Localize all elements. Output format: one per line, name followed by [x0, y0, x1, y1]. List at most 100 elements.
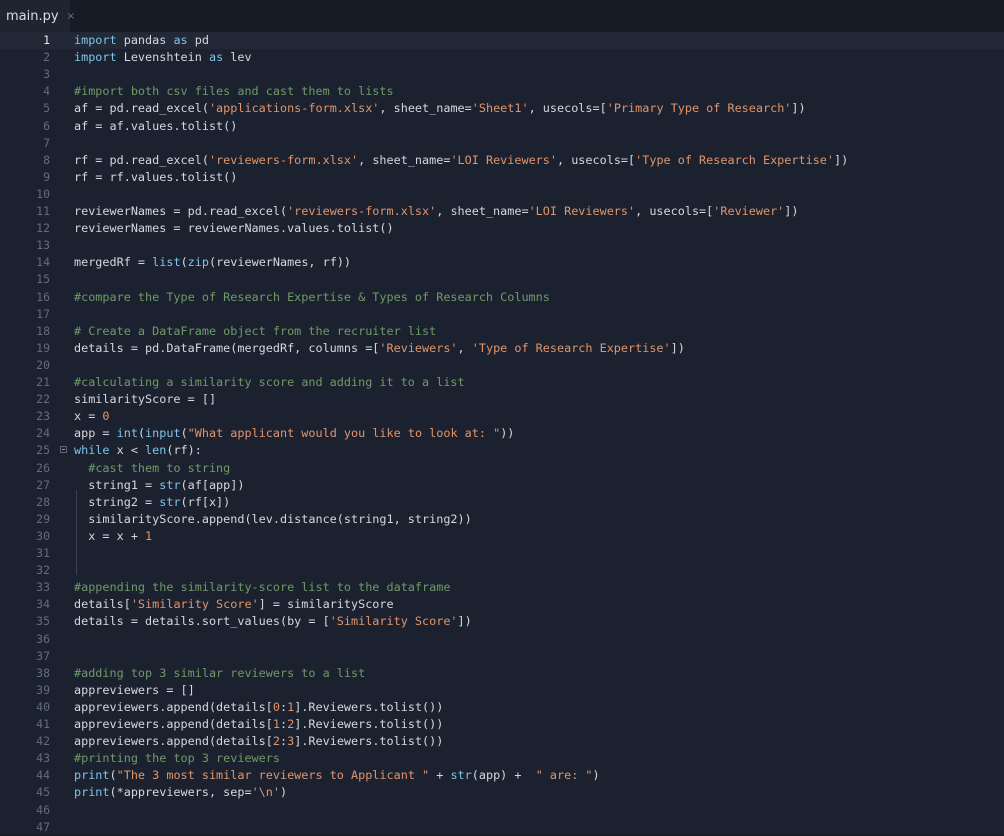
code-line[interactable]: 35 details = details.sort_values(by = ['S… [0, 613, 1004, 630]
line-number: 44 [36, 768, 50, 783]
line-number: 10 [36, 186, 50, 201]
code-text: # Create a DataFrame object from the rec… [74, 323, 437, 338]
code-line[interactable]: 40 appreviewers.append(details[0:1].Revie… [0, 699, 1004, 716]
line-number: 23 [36, 409, 50, 424]
code-line[interactable]: 10 [0, 186, 1004, 203]
code-line[interactable]: 43 #printing the top 3 reviewers [0, 750, 1004, 767]
line-number: 27 [36, 477, 50, 492]
code-line[interactable]: 31 [0, 545, 1004, 562]
code-text: reviewerNames = pd.read_excel('reviewers… [74, 204, 799, 218]
code-line[interactable]: 19 details = pd.DataFrame(mergedRf, colum… [0, 340, 1004, 357]
code-line[interactable]: 34 details['Similarity Score'] = similari… [0, 596, 1004, 613]
code-line[interactable]: 30 x = x + 1 [0, 528, 1004, 545]
code-editor[interactable]: 1 import pandas as pd 2 import Levenshtein … [0, 32, 1004, 834]
close-icon[interactable]: × [67, 11, 75, 22]
code-line[interactable]: 26 #cast them to string [0, 460, 1004, 477]
code-text: #adding top 3 similar reviewers to a lis… [74, 665, 366, 680]
code-line[interactable]: 24 app = int(input("What applicant would … [0, 425, 1004, 442]
code-line[interactable]: 6 af = af.values.tolist() [0, 118, 1004, 135]
code-line[interactable]: 13 [0, 237, 1004, 254]
code-line[interactable]: 37 [0, 648, 1004, 665]
code-line[interactable]: 20 [0, 357, 1004, 374]
code-line[interactable]: 7 [0, 135, 1004, 152]
code-line[interactable]: 38 #adding top 3 similar reviewers to a l… [0, 665, 1004, 682]
code-text: print(*appreviewers, sep='\n') [74, 785, 288, 800]
code-line[interactable]: 45 print(*appreviewers, sep='\n') [0, 784, 1004, 801]
code-line[interactable]: 3 [0, 66, 1004, 83]
code-line[interactable]: 18 # Create a DataFrame object from the r… [0, 323, 1004, 340]
code-text: import pandas as pd [74, 33, 209, 47]
code-line[interactable]: 29 similarityScore.append(lev.distance(s… [0, 511, 1004, 528]
code-text: app = int(input("What applicant would yo… [74, 426, 515, 441]
code-text: details = pd.DataFrame(mergedRf, columns… [74, 340, 685, 355]
code-line[interactable]: 14 mergedRf = list(zip(reviewerNames, rf)… [0, 254, 1004, 271]
code-line[interactable]: 39 appreviewers = [] [0, 682, 1004, 699]
code-line[interactable]: 42 appreviewers.append(details[2:3].Revie… [0, 733, 1004, 750]
line-number: 21 [36, 375, 50, 389]
line-number: 4 [43, 84, 50, 99]
code-line[interactable]: 25 while x < len(rf): [0, 442, 1004, 459]
line-number: 33 [36, 580, 50, 595]
line-number: 30 [36, 528, 50, 543]
code-text: x = 0 [74, 409, 110, 424]
code-line[interactable]: 22 similarityScore = [] [0, 391, 1004, 408]
line-number: 46 [36, 802, 50, 817]
line-number: 31 [36, 546, 50, 560]
line-number: 9 [43, 169, 50, 184]
code-line[interactable]: 44 print("The 3 most similar reviewers to… [0, 767, 1004, 784]
code-line[interactable]: 32 [0, 562, 1004, 579]
code-line[interactable]: 5 af = pd.read_excel('applications-form.x… [0, 100, 1004, 117]
line-number: 5 [43, 101, 50, 116]
code-line[interactable]: 33 #appending the similarity-score list t… [0, 579, 1004, 596]
code-line[interactable]: 46 [0, 802, 1004, 819]
code-text: rf = rf.values.tolist() [74, 169, 238, 184]
code-text: details = details.sort_values(by = ['Sim… [74, 614, 472, 629]
line-number: 26 [36, 460, 50, 475]
code-line[interactable]: 41 appreviewers.append(details[1:2].Revie… [0, 716, 1004, 733]
code-text: appreviewers = [] [74, 682, 195, 697]
code-text: #calculating a similarity score and addi… [74, 375, 465, 389]
line-number: 16 [36, 289, 50, 304]
code-line[interactable]: 12 reviewerNames = reviewerNames.values.t… [0, 220, 1004, 237]
code-text: appreviewers.append(details[0:1].Reviewe… [74, 699, 444, 714]
line-number: 43 [36, 751, 50, 766]
code-line[interactable]: 36 [0, 631, 1004, 648]
line-number: 24 [36, 426, 50, 441]
line-number: 29 [36, 511, 50, 526]
code-line[interactable]: 27 string1 = str(af[app]) [0, 477, 1004, 494]
line-number: 11 [36, 204, 50, 218]
code-text: string2 = str(rf[x]) [74, 494, 231, 509]
code-text: #compare the Type of Research Expertise … [74, 289, 550, 304]
tab-main-py[interactable]: main.py × [0, 0, 75, 32]
code-text: similarityScore.append(lev.distance(stri… [74, 511, 472, 526]
code-line[interactable]: 17 [0, 306, 1004, 323]
line-number: 19 [36, 340, 50, 355]
code-line[interactable]: 8 rf = pd.read_excel('reviewers-form.xlsx… [0, 152, 1004, 169]
code-line[interactable]: 23 x = 0 [0, 408, 1004, 425]
code-text: mergedRf = list(zip(reviewerNames, rf)) [74, 255, 352, 270]
code-text: appreviewers.append(details[2:3].Reviewe… [74, 734, 444, 749]
code-text: similarityScore = [] [74, 392, 217, 407]
code-text: #appending the similarity-score list to … [74, 580, 451, 595]
tab-filename: main.py [6, 8, 59, 24]
line-number: 17 [36, 306, 50, 321]
fold-toggle-icon[interactable] [60, 446, 67, 454]
code-text: while x < len(rf): [74, 443, 202, 458]
code-text: #cast them to string [88, 460, 231, 475]
code-line[interactable]: 21 #calculating a similarity score and ad… [0, 374, 1004, 391]
code-line[interactable]: 47 [0, 819, 1004, 836]
code-line[interactable]: 4 #import both csv files and cast them to… [0, 83, 1004, 100]
code-line[interactable]: 1 import pandas as pd [0, 32, 1004, 49]
code-line[interactable]: 28 string2 = str(rf[x]) [0, 494, 1004, 511]
code-text: details['Similarity Score'] = similarity… [74, 597, 394, 612]
code-line[interactable]: 2 import Levenshtein as lev [0, 49, 1004, 66]
code-text: af = af.values.tolist() [74, 118, 238, 133]
code-line[interactable]: 16 #compare the Type of Research Expertis… [0, 289, 1004, 306]
code-line[interactable]: 9 rf = rf.values.tolist() [0, 169, 1004, 186]
line-number: 13 [36, 238, 50, 253]
line-number: 20 [36, 357, 50, 372]
code-line[interactable]: 11 reviewerNames = pd.read_excel('reviewe… [0, 203, 1004, 220]
code-line[interactable]: 15 [0, 271, 1004, 288]
line-number: 18 [36, 323, 50, 338]
line-number: 6 [43, 118, 50, 133]
